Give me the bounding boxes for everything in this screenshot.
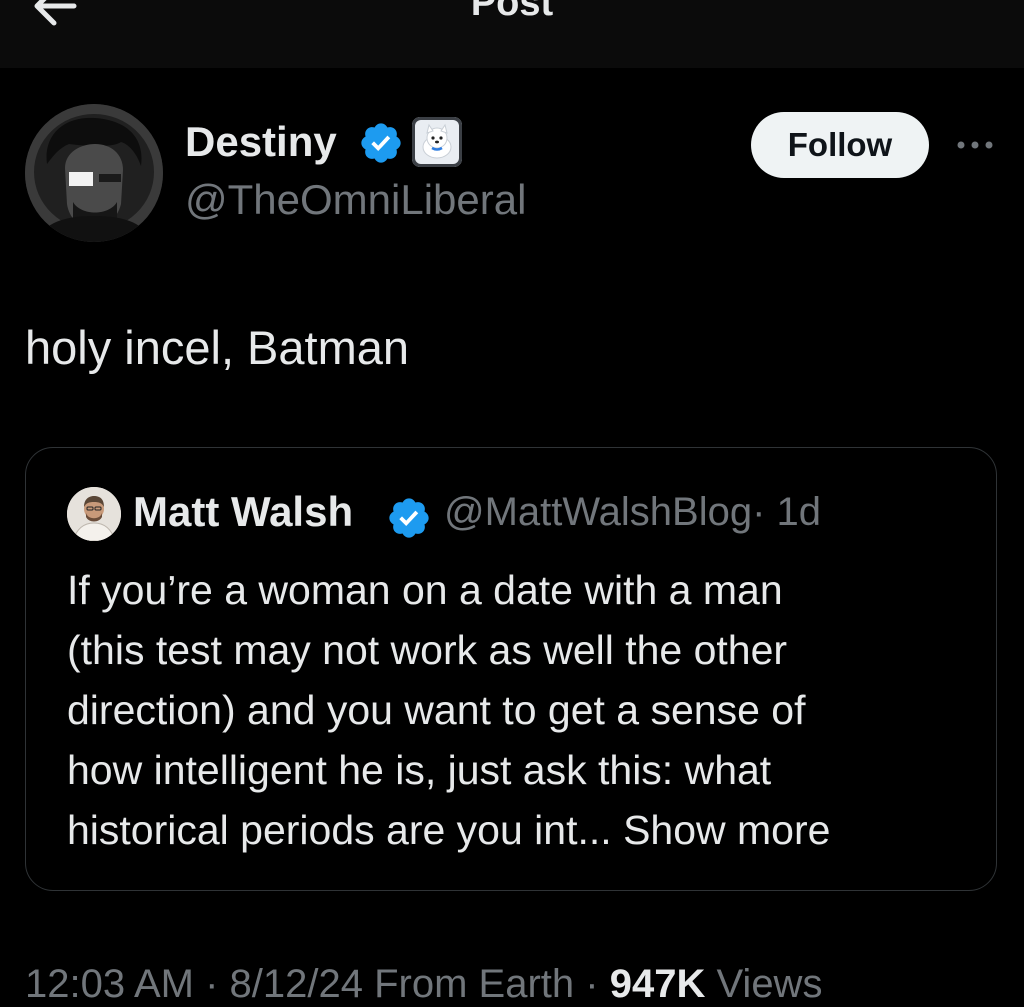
post-text: holy incel, Batman	[25, 321, 410, 374]
author-handle[interactable]: @TheOmniLiberal	[185, 176, 526, 224]
quote-text-line: how intelligent he is, just ask this: wh…	[67, 747, 772, 793]
quote-text-line: If you’re a woman on a date with a man	[67, 567, 783, 613]
quote-author-name[interactable]: Matt Walsh	[133, 488, 353, 536]
views-label: Views	[716, 962, 823, 1006]
verified-badge-icon	[386, 495, 432, 541]
verified-badge-icon	[358, 120, 404, 166]
ellipsis-icon	[957, 141, 993, 149]
quote-handle-and-time: @MattWalshBlog· 1d	[444, 490, 821, 535]
white-dog-icon[interactable]	[412, 117, 462, 167]
avatar-photo	[25, 104, 163, 242]
post-meta: 12:03 AM · 8/12/24 From Earth · 947K Vie…	[25, 962, 822, 1007]
author-name[interactable]: Destiny	[185, 118, 337, 166]
more-options-button[interactable]	[953, 130, 997, 160]
page-title: Post	[470, 0, 554, 24]
quote-text-line: historical periods are you int...	[67, 807, 612, 853]
follow-button[interactable]: Follow	[751, 112, 929, 178]
quote-author-avatar[interactable]	[67, 487, 121, 541]
post-timestamp[interactable]: 12:03 AM · 8/12/24 From Earth ·	[25, 962, 599, 1006]
quote-text: If you’re a woman on a date with a man (…	[67, 560, 967, 860]
top-bar: Post	[0, 0, 1024, 68]
quoted-post-card[interactable]: Matt Walsh @MattWalshBlog· 1d If you’re …	[25, 447, 997, 891]
quote-text-line-last: historical periods are you int... Show m…	[67, 800, 967, 860]
quote-timestamp: · 1d	[752, 490, 822, 534]
quote-text-line: direction) and you want to get a sense o…	[67, 687, 806, 733]
author-avatar[interactable]	[25, 104, 163, 242]
quote-author-handle[interactable]: @MattWalshBlog	[444, 490, 752, 534]
quote-text-line: (this test may not work as well the othe…	[67, 627, 788, 673]
show-more-link[interactable]: Show more	[623, 807, 830, 853]
quote-avatar-photo	[67, 487, 121, 541]
views-count: 947K	[609, 962, 706, 1006]
